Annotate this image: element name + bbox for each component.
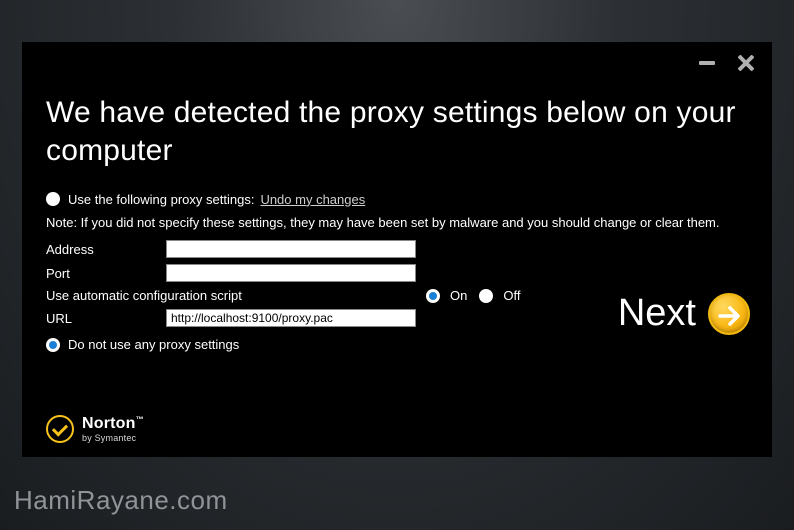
use-following-row: Use the following proxy settings: Undo m… [46,187,748,211]
brand-text: Norton™ by Symantec [82,416,144,443]
port-row: Port [46,264,748,282]
address-input[interactable] [166,240,416,258]
on-label: On [450,288,467,303]
page-title: We have detected the proxy settings belo… [46,42,748,187]
use-following-radio[interactable] [46,192,60,206]
watermark-text: HamiRayane.com [14,485,228,516]
use-following-label: Use the following proxy settings: [68,192,254,207]
address-label: Address [46,242,166,257]
proxy-settings-dialog: We have detected the proxy settings belo… [22,42,772,457]
window-controls [698,54,754,72]
port-label: Port [46,266,166,281]
arrow-right-icon [708,293,750,335]
do-not-use-row: Do not use any proxy settings [46,337,748,352]
on-off-group: On Off [426,288,520,303]
brand-logo: Norton™ by Symantec [46,415,144,443]
next-button-label: Next [618,292,696,335]
auto-config-label: Use automatic configuration script [46,288,426,303]
minimize-icon[interactable] [698,54,716,72]
do-not-use-label: Do not use any proxy settings [68,337,239,352]
url-input[interactable] [166,309,416,327]
brand-byline: by Symantec [82,434,144,443]
address-row: Address [46,240,748,258]
close-icon[interactable] [736,54,754,72]
do-not-use-radio[interactable] [46,338,60,352]
auto-config-on-radio[interactable] [426,289,440,303]
url-label: URL [46,311,166,326]
checkmark-icon [46,415,74,443]
malware-note: Note: If you did not specify these setti… [46,215,748,230]
brand-name: Norton™ [82,416,144,432]
undo-changes-link[interactable]: Undo my changes [260,192,365,207]
next-button[interactable]: Next [618,292,750,335]
off-label: Off [503,288,520,303]
port-input[interactable] [166,264,416,282]
auto-config-off-radio[interactable] [479,289,493,303]
